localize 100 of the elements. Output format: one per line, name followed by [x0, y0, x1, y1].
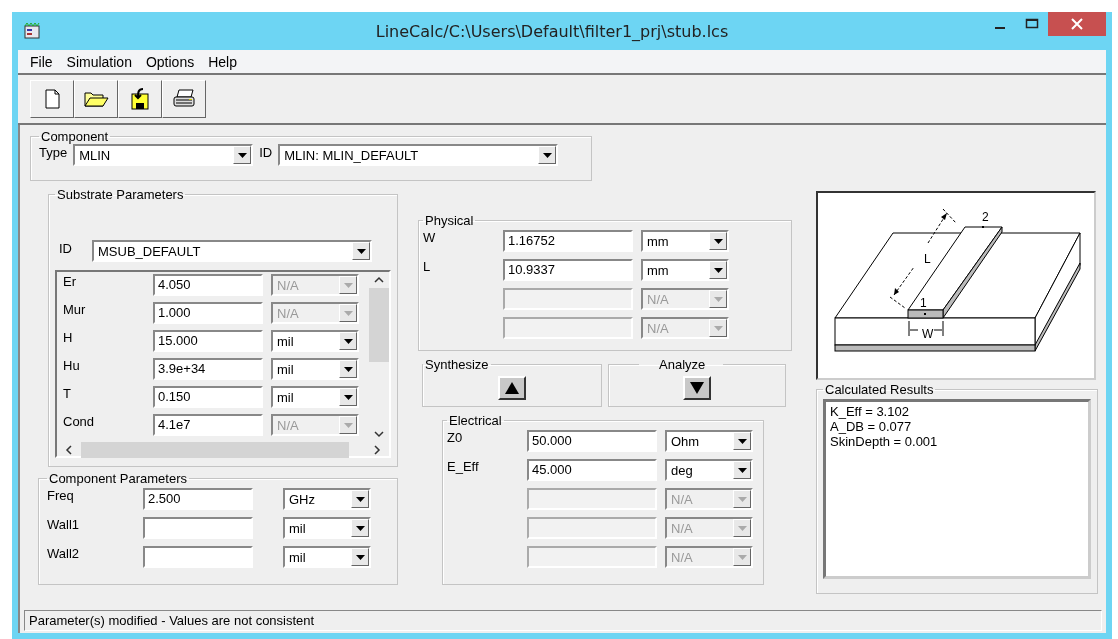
parameter-label: H	[63, 330, 74, 345]
unit-dropdown[interactable]: mm	[641, 230, 729, 252]
field-label: ID	[259, 145, 273, 160]
value-field[interactable]: 45.000	[527, 459, 657, 481]
dropdown-arrow-icon	[355, 525, 365, 531]
dropdown-arrow-icon	[237, 152, 247, 158]
group-title: Substrate Parameters	[56, 187, 185, 202]
result-line: SkinDepth = 0.001	[830, 434, 939, 449]
unit-dropdown[interactable]: mil	[271, 358, 359, 380]
group-title: Component	[40, 129, 110, 144]
dropdown-arrow-icon	[343, 338, 353, 344]
value-field[interactable]: 1.000	[153, 302, 263, 324]
value-field[interactable]: 0.150	[153, 386, 263, 408]
dropdown-arrow-icon	[737, 554, 747, 560]
diagram-label: L	[924, 252, 931, 266]
unit-dropdown[interactable]: mil	[283, 517, 371, 539]
scroll-left-icon[interactable]	[65, 445, 73, 455]
dropdown-arrow-icon	[737, 525, 747, 531]
field-label: ID	[59, 241, 72, 256]
value-field[interactable]	[143, 517, 253, 539]
group-title: Electrical	[448, 413, 503, 428]
dropdown-arrow-icon	[713, 238, 723, 244]
group-title: Component Parameters	[48, 471, 188, 486]
new-file-button[interactable]	[30, 80, 74, 118]
down-triangle-icon	[690, 382, 704, 394]
parameter-label: T	[63, 386, 72, 401]
parameter-label: Mur	[63, 302, 87, 317]
synthesize-button[interactable]	[498, 376, 526, 400]
result-line: K_Eff = 3.102	[830, 404, 910, 419]
menu-item[interactable]: File	[26, 53, 63, 70]
unit-dropdown[interactable]: mil	[271, 330, 359, 352]
value-field[interactable]: 4.1e7	[153, 414, 263, 436]
value-field[interactable]: 10.9337	[503, 259, 633, 281]
parameter-label: L	[423, 259, 432, 274]
group-title: Calculated Results	[824, 382, 935, 397]
scroll-right-icon[interactable]	[373, 445, 381, 455]
parameter-label: W	[423, 230, 437, 245]
menu-item[interactable]: Options	[141, 53, 205, 70]
status-text: Parameter(s) modified - Values are not consistent	[24, 609, 1102, 631]
unit-dropdown[interactable]: mil	[271, 386, 359, 408]
value-field[interactable]: 1.16752	[503, 230, 633, 252]
window-title: LineCalc/C:\Users\Default\filter1_prj\stub.lcs	[374, 21, 730, 41]
diagram-label: 2	[982, 210, 989, 224]
dropdown-arrow-icon	[355, 554, 365, 560]
dropdown-arrow-icon	[713, 267, 723, 273]
dropdown-arrow-icon	[713, 296, 723, 302]
dropdown-arrow-icon	[355, 496, 365, 502]
value-field[interactable]: 50.000	[527, 430, 657, 452]
unit-dropdown[interactable]: mil	[283, 546, 371, 568]
parameter-label: Wall2	[47, 546, 81, 561]
open-folder-button[interactable]	[74, 80, 118, 118]
value-field[interactable]: 4.050	[153, 274, 263, 296]
type-dropdown[interactable]: MLIN	[73, 144, 254, 166]
print-button[interactable]	[162, 80, 206, 118]
parameter-label: Freq	[47, 488, 75, 503]
unit-dropdown[interactable]: deg	[665, 459, 753, 481]
analyze-button[interactable]	[683, 376, 711, 400]
group-title: Physical	[424, 213, 475, 228]
dropdown-arrow-icon	[343, 422, 353, 428]
dropdown-arrow-icon	[737, 496, 747, 502]
value-field[interactable]: 3.9e+34	[153, 358, 263, 380]
diagram-label: 1	[920, 296, 927, 310]
floppy-disk-icon	[129, 87, 151, 111]
maximize-icon	[1025, 18, 1039, 30]
close-button[interactable]	[1048, 12, 1106, 36]
menu-item[interactable]: Help	[204, 53, 247, 70]
minimize-icon	[995, 27, 1005, 29]
scroll-down-icon[interactable]	[374, 430, 384, 438]
menu-item[interactable]: Simulation	[62, 53, 142, 70]
unit-dropdown[interactable]: GHz	[283, 488, 371, 510]
dropdown-arrow-icon	[343, 394, 353, 400]
value-field[interactable]	[143, 546, 253, 568]
substrate-dropdown[interactable]: MSUB_DEFAULT	[92, 240, 372, 262]
app-icon	[24, 23, 40, 39]
parameter-label: Z0	[447, 430, 464, 445]
id-dropdown[interactable]: MLIN: MLIN_DEFAULT	[278, 144, 559, 166]
value-field[interactable]: 15.000	[153, 330, 263, 352]
unit-dropdown[interactable]: mm	[641, 259, 729, 281]
dropdown-arrow-icon	[542, 152, 552, 158]
dropdown-arrow-icon	[356, 248, 366, 254]
scroll-up-icon[interactable]	[374, 276, 384, 284]
close-icon	[1071, 18, 1083, 30]
save-button[interactable]	[118, 80, 162, 118]
diagram-label: W	[922, 327, 934, 341]
parameter-label: Cond	[63, 414, 96, 429]
value-field[interactable]: 2.500	[143, 488, 253, 510]
up-triangle-icon	[505, 382, 519, 394]
parameter-label: Hu	[63, 358, 81, 373]
parameter-label: Er	[63, 274, 77, 289]
result-line: A_DB = 0.077	[830, 419, 913, 434]
dropdown-arrow-icon	[343, 310, 353, 316]
group-title: Analyze	[658, 357, 707, 372]
dropdown-arrow-icon	[343, 282, 353, 288]
unit-dropdown[interactable]: Ohm	[665, 430, 753, 452]
parameter-label: Wall1	[47, 517, 81, 532]
field-label: Type	[39, 145, 68, 160]
dropdown-arrow-icon	[737, 438, 747, 444]
dropdown-arrow-icon	[713, 325, 723, 331]
parameter-label: E_Eff	[447, 459, 480, 474]
printer-icon	[171, 88, 197, 110]
